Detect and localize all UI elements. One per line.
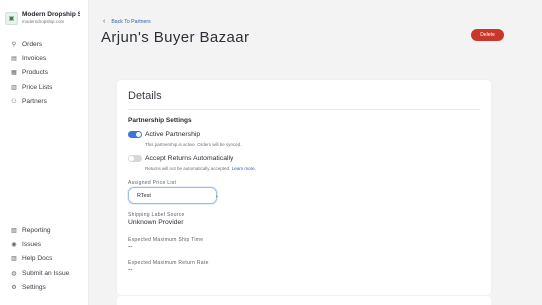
details-title: Details	[128, 90, 162, 102]
org-info: Modern Dropship Sel... moderndropship.co…	[22, 11, 80, 25]
sidebar-item-label: Partners	[22, 97, 47, 105]
accept-returns-toggle[interactable]	[128, 155, 142, 162]
sidebar-item-invoices[interactable]: ▤ Invoices	[10, 51, 86, 65]
sidebar-item-products[interactable]: ▦ Products	[10, 66, 86, 80]
sidebar-item-partners[interactable]: ⚇ Partners	[10, 94, 86, 108]
return-rate-value: --	[128, 266, 133, 273]
toggle-knob	[136, 132, 141, 137]
accept-returns-label: Accept Returns Automatically	[145, 155, 234, 162]
sidebar: ▣ Modern Dropship Sel... moderndropship.…	[0, 0, 89, 305]
active-partnership-help: This partnership is active. Orders will …	[145, 142, 242, 147]
price-list-label: Assigned Price List	[128, 180, 177, 186]
price-list-value: RTest	[137, 192, 151, 199]
ship-time-label: Expected Maximum Ship Time	[128, 237, 204, 243]
accept-returns-help-text: Returns will not be automatically accept…	[145, 166, 231, 171]
learn-more-link[interactable]: Learn more.	[232, 166, 256, 171]
back-to-partners-link[interactable]: ‹ Back To Partners	[103, 18, 151, 25]
document-icon: ▤	[11, 55, 17, 62]
price-list-select[interactable]: RTest ⌄	[128, 187, 220, 204]
secondary-nav: ▧ Reporting ◉ Issues ▨ Help Docs ◍ Submi…	[10, 223, 86, 294]
sidebar-item-label: Orders	[22, 40, 43, 48]
accept-returns-help: Returns will not be automatically accept…	[145, 166, 256, 171]
sidebar-item-label: Help Docs	[22, 255, 53, 263]
chevron-down-icon: ⌄	[215, 192, 220, 199]
active-partnership-toggle[interactable]	[128, 131, 142, 138]
active-partnership-label: Active Partnership	[145, 131, 201, 138]
sidebar-item-orders[interactable]: ⚲ Orders	[10, 37, 86, 51]
shipping-label-source-value: Unknown Provider	[128, 219, 184, 226]
next-card	[117, 296, 491, 305]
alert-icon: ◉	[11, 241, 17, 248]
org-switcher[interactable]: ▣ Modern Dropship Sel... moderndropship.…	[5, 11, 80, 25]
sidebar-item-label: Products	[22, 69, 49, 77]
back-link-label: Back To Partners	[111, 18, 151, 25]
main-nav: ⚲ Orders ▤ Invoices ▦ Products ▥ Price L…	[10, 37, 86, 108]
shipping-label-source-label: Shipping Label Source	[128, 212, 185, 218]
user-icon: ⚲	[11, 41, 17, 48]
partners-icon: ⚇	[11, 98, 17, 105]
gear-icon: ⚙	[11, 284, 17, 291]
flag-icon: ◍	[11, 270, 17, 277]
partnership-settings-heading: Partnership Settings	[128, 117, 192, 124]
sidebar-item-reporting[interactable]: ▧ Reporting	[10, 223, 86, 237]
sidebar-item-label: Settings	[22, 283, 46, 291]
ship-time-value: --	[128, 243, 133, 250]
toggle-knob	[129, 156, 134, 161]
divider	[128, 109, 480, 110]
sidebar-item-label: Submit an Issue	[22, 269, 70, 277]
chart-icon: ▧	[11, 227, 17, 234]
org-name: Modern Dropship Sel...	[22, 11, 80, 18]
sidebar-item-label: Price Lists	[22, 83, 53, 91]
sidebar-item-price-lists[interactable]: ▥ Price Lists	[10, 80, 86, 94]
sidebar-item-submit-issue[interactable]: ◍ Submit an Issue	[10, 266, 86, 280]
return-rate-label: Expected Maximum Return Rate	[128, 260, 209, 266]
org-domain: moderndropship.com	[22, 19, 65, 24]
sidebar-item-settings[interactable]: ⚙ Settings	[10, 280, 86, 294]
sidebar-item-issues[interactable]: ◉ Issues	[10, 237, 86, 251]
sidebar-item-label: Invoices	[22, 54, 47, 62]
sidebar-item-label: Reporting	[22, 226, 51, 234]
details-card: Details Partnership Settings Active Part…	[117, 80, 491, 295]
org-logo-icon: ▣	[5, 12, 18, 25]
delete-button[interactable]: Delete	[471, 29, 504, 41]
page-title: Arjun's Buyer Bazaar	[101, 29, 250, 46]
help-icon: ▨	[11, 256, 17, 263]
sidebar-item-help-docs[interactable]: ▨ Help Docs	[10, 252, 86, 266]
chevron-left-icon: ‹	[103, 18, 106, 25]
sidebar-item-label: Issues	[22, 240, 42, 248]
list-icon: ▥	[11, 84, 17, 91]
box-icon: ▦	[11, 70, 17, 77]
